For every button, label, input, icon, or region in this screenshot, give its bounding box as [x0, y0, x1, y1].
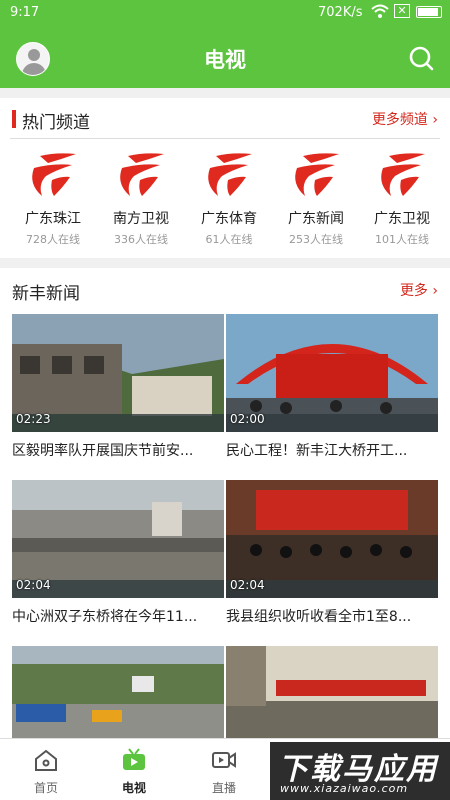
search-icon[interactable]	[407, 44, 435, 72]
status-bar: 9:17 702K/s ✕	[0, 0, 450, 26]
tab-label: 直播	[211, 781, 236, 795]
news-card[interactable]: 02:00 民心工程！新丰江大桥开工...	[226, 314, 438, 464]
app-header: 电视	[0, 26, 450, 88]
channel-viewers: 336人在线	[114, 233, 168, 246]
tab-tv[interactable]: 电视	[104, 747, 164, 796]
video-duration: 02:04	[16, 578, 51, 592]
news-section: 新丰新闻 更多 › 02:23 区毅明率队开展国庆节前安... 02:00 民心…	[0, 268, 450, 738]
home-icon	[35, 749, 57, 771]
news-card[interactable]: 02:04 我县组织收听收看全市1至8...	[226, 480, 438, 630]
page-title: 电视	[204, 48, 246, 72]
news-card[interactable]	[12, 646, 224, 738]
gdtv-logo-icon	[208, 153, 252, 196]
gdtv-logo-icon	[120, 153, 164, 196]
section-accent-bar	[12, 110, 16, 128]
gdtv-logo-icon	[381, 153, 425, 196]
network-speed: 702K/s	[318, 5, 363, 20]
battery-icon	[416, 6, 442, 18]
video-duration: 02:23	[16, 412, 51, 426]
news-section-title: 新丰新闻	[12, 284, 80, 304]
video-thumbnail: 02:00	[226, 314, 438, 432]
divider	[10, 138, 440, 139]
hot-channels-title: 热门频道	[22, 113, 90, 133]
channel-item[interactable]: 广东卫视 101人在线	[362, 150, 442, 247]
channel-name: 广东体育	[201, 211, 257, 227]
channel-viewers: 61人在线	[205, 233, 253, 246]
watermark-logo: 下载马应用 www.xiazaiwao.com	[270, 742, 450, 800]
gdtv-logo-icon	[32, 153, 76, 196]
tv-icon	[123, 748, 145, 770]
news-caption: 民心工程！新丰江大桥开工...	[226, 443, 408, 459]
channel-name: 广东新闻	[288, 211, 344, 227]
news-caption: 我县组织收听收看全市1至8...	[226, 609, 412, 625]
channel-item[interactable]: 广东珠江 728人在线	[13, 150, 93, 247]
video-thumbnail: 02:23	[12, 314, 224, 432]
more-news-link[interactable]: 更多 ›	[400, 280, 438, 300]
wifi-icon	[371, 4, 389, 18]
video-thumbnail	[226, 646, 438, 738]
more-channels-link[interactable]: 更多频道 ›	[372, 109, 438, 129]
channel-name: 南方卫视	[113, 211, 169, 227]
video-thumbnail: 02:04	[226, 480, 438, 598]
channel-viewers: 728人在线	[26, 233, 80, 246]
news-card[interactable]: 02:04 中心洲双子东桥将在今年11...	[12, 480, 224, 630]
sim-off-icon: ✕	[394, 4, 410, 18]
video-thumbnail: 02:04	[12, 480, 224, 598]
news-caption: 区毅明率队开展国庆节前安...	[12, 443, 194, 459]
channel-viewers: 101人在线	[375, 233, 429, 246]
status-time: 9:17	[10, 5, 40, 20]
tab-label: 电视	[121, 781, 146, 795]
tab-home[interactable]: 首页	[16, 747, 76, 796]
video-camera-icon	[212, 752, 236, 768]
news-card[interactable]	[226, 646, 438, 738]
tab-live[interactable]: 直播	[194, 747, 254, 796]
hot-channels-section: 热门频道 更多频道 › 广东珠江 728人在线 南方卫视 336人在线 广东体育…	[0, 98, 450, 258]
channel-item[interactable]: 广东体育 61人在线	[189, 150, 269, 247]
channel-viewers: 253人在线	[289, 233, 343, 246]
channel-name: 广东珠江	[25, 211, 81, 227]
video-duration: 02:00	[230, 412, 265, 426]
tab-label: 首页	[33, 781, 58, 795]
channel-item[interactable]: 广东新闻 253人在线	[276, 150, 356, 247]
watermark-url: www.xiazaiwao.com	[280, 782, 409, 795]
video-thumbnail	[12, 646, 224, 738]
news-caption: 中心洲双子东桥将在今年11...	[12, 609, 198, 625]
news-card[interactable]: 02:23 区毅明率队开展国庆节前安...	[12, 314, 224, 464]
channel-name: 广东卫视	[374, 211, 430, 227]
channel-item[interactable]: 南方卫视 336人在线	[101, 150, 181, 247]
gdtv-logo-icon	[295, 153, 339, 196]
video-duration: 02:04	[230, 578, 265, 592]
